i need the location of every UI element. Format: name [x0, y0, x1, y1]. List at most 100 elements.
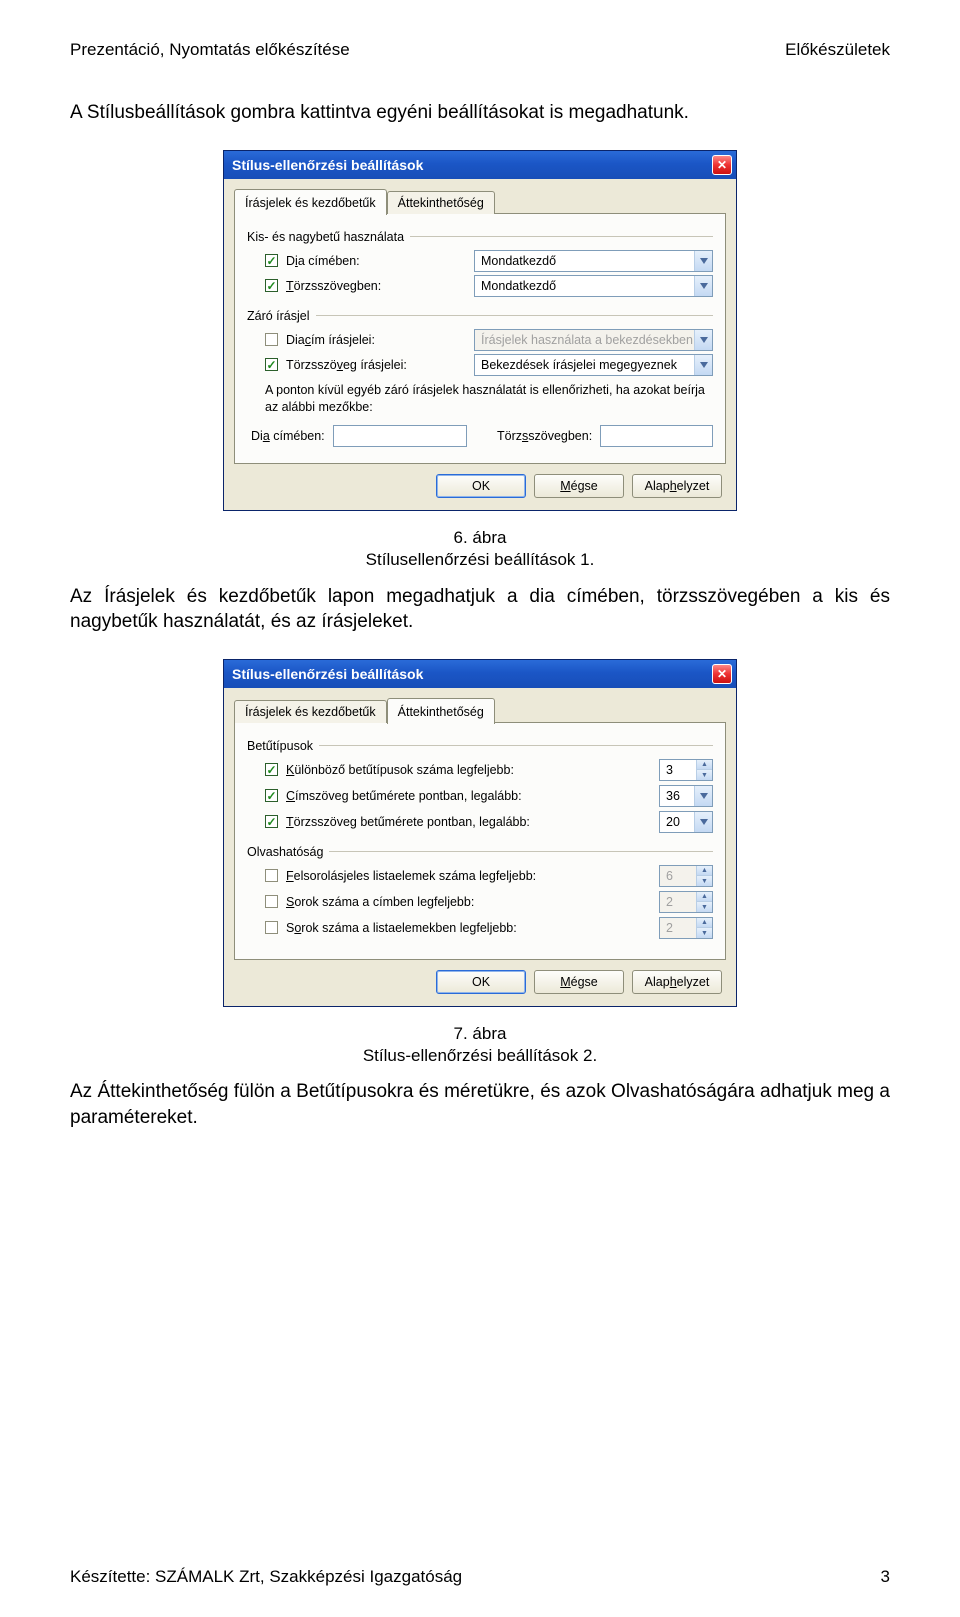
row-title-lines: Sorok száma a címben legfeljebb: 2 ▲▼ [265, 891, 713, 913]
row-title-size: Címszöveg betűmérete pontban, legalább: … [265, 785, 713, 807]
tab-clarity[interactable]: Áttekinthetőség [387, 191, 495, 214]
dropdown-value: 20 [666, 815, 680, 829]
label-dia-cimeben-input: Dia címében: [251, 429, 325, 443]
chevron-down-icon[interactable]: ▼ [697, 769, 712, 780]
label-torzsszoveg-irasjelei: Törzsszöveg írásjelei: [286, 358, 466, 372]
chevron-down-icon [694, 330, 712, 350]
reset-button[interactable]: Alaphelyzet [632, 970, 722, 994]
tabpanel-punctuation: Kis- és nagybetű használata Dia címében:… [234, 213, 726, 465]
row-bullet-count: Felsorolásjeles listaelemek száma legfel… [265, 865, 713, 887]
spinner-buttons[interactable]: ▲▼ [696, 760, 712, 780]
checkbox-item-lines[interactable] [265, 921, 278, 934]
chevron-down-icon [694, 276, 712, 296]
page-footer: Készítette: SZÁMALK Zrt, Szakképzési Iga… [70, 1567, 890, 1587]
label-body-size: Törzsszöveg betűmérete pontban, legalább… [286, 815, 659, 829]
chevron-up-icon: ▲ [697, 918, 712, 928]
chevron-up-icon[interactable]: ▲ [697, 760, 712, 770]
tabpanel-clarity: Betűtípusok Különböző betűtípusok száma … [234, 722, 726, 960]
label-dia-cimeben: Dia címében: [286, 254, 466, 268]
checkbox-font-count[interactable] [265, 763, 278, 776]
dropdown-value: Írásjelek használata a bekezdésekben [481, 333, 693, 347]
tabstrip: Írásjelek és kezdőbetűk Áttekinthetőség [234, 698, 726, 723]
button-row: OK Mégse Alaphelyzet [234, 960, 726, 996]
label-title-lines: Sorok száma a címben legfeljebb: [286, 895, 659, 909]
chevron-up-icon: ▲ [697, 866, 712, 876]
checkbox-title-size[interactable] [265, 789, 278, 802]
footer-page-number: 3 [881, 1567, 890, 1587]
tab-punctuation[interactable]: Írásjelek és kezdőbetűk [234, 189, 387, 215]
spinner-font-count[interactable]: 3 ▲▼ [659, 759, 713, 781]
row-diacim-irasjelei: Diacím írásjelei: Írásjelek használata a… [265, 329, 713, 351]
chevron-down-icon [694, 251, 712, 271]
chevron-down-icon: ▼ [697, 875, 712, 886]
dialog-title: Stílus-ellenőrzési beállítások [232, 666, 423, 682]
spinner-title-lines: 2 ▲▼ [659, 891, 713, 913]
chevron-down-icon [694, 812, 712, 832]
spinner-value: 3 [660, 760, 696, 780]
page: Prezentáció, Nyomtatás előkészítése Elők… [0, 0, 960, 1617]
group-readability: Olvashatóság [247, 845, 713, 859]
closing-punct-note: A ponton kívül egyéb záró írásjelek hasz… [265, 382, 709, 416]
row-dia-cimeben: Dia címében: Mondatkezdő [265, 250, 713, 272]
end-text: Az Áttekinthetőség fülön a Betűtípusokra… [70, 1079, 890, 1130]
titlebar[interactable]: Stílus-ellenőrzési beállítások ✕ [224, 660, 736, 688]
dialog-style-check-2: Stílus-ellenőrzési beállítások ✕ Írásjel… [223, 659, 737, 1007]
dropdown-body-size[interactable]: 20 [659, 811, 713, 833]
checkbox-dia-cimeben[interactable] [265, 254, 278, 267]
row-torzsszovegben: Törzsszövegben: Mondatkezdő [265, 275, 713, 297]
figure-caption-2: 7. ábra Stílus-ellenőrzési beállítások 2… [70, 1023, 890, 1067]
label-title-size: Címszöveg betűmérete pontban, legalább: [286, 789, 659, 803]
cancel-button[interactable]: Mégse [534, 970, 624, 994]
checkbox-torzsszovegben[interactable] [265, 279, 278, 292]
page-header: Prezentáció, Nyomtatás előkészítése Elők… [70, 40, 890, 60]
checkbox-body-size[interactable] [265, 815, 278, 828]
spinner-item-lines: 2 ▲▼ [659, 917, 713, 939]
dialog-body: Írásjelek és kezdőbetűk Áttekinthetőség … [224, 688, 736, 1006]
close-icon[interactable]: ✕ [712, 664, 732, 684]
separator-line [410, 236, 713, 237]
checkbox-torzsszoveg-irasjelei[interactable] [265, 358, 278, 371]
dialog-style-check-1: Stílus-ellenőrzési beállítások ✕ Írásjel… [223, 150, 737, 512]
tab-clarity[interactable]: Áttekinthetőség [387, 698, 495, 724]
input-torzsszovegben[interactable] [600, 425, 713, 447]
titlebar[interactable]: Stílus-ellenőrzési beállítások ✕ [224, 151, 736, 179]
checkbox-bullet-count[interactable] [265, 869, 278, 882]
dropdown-value: Mondatkezdő [481, 254, 556, 268]
dropdown-title-size[interactable]: 36 [659, 785, 713, 807]
label-diacim-irasjelei: Diacím írásjelei: [286, 333, 466, 347]
dropdown-torzsszovegben[interactable]: Mondatkezdő [474, 275, 713, 297]
dropdown-torzsszoveg-irasjelei[interactable]: Bekezdések írásjelei megegyeznek [474, 354, 713, 376]
spinner-buttons: ▲▼ [696, 892, 712, 912]
spinner-value: 6 [660, 866, 696, 886]
group-fonts-label: Betűtípusok [247, 739, 313, 753]
row-item-lines: Sorok száma a listaelemekben legfeljebb:… [265, 917, 713, 939]
group-fonts: Betűtípusok [247, 739, 713, 753]
group-case-label: Kis- és nagybetű használata [247, 230, 404, 244]
group-closing-punct: Záró írásjel [247, 309, 713, 323]
intro-text: A Stílusbeállítások gombra kattintva egy… [70, 100, 890, 126]
spinner-value: 2 [660, 892, 696, 912]
header-left: Prezentáció, Nyomtatás előkészítése [70, 40, 350, 60]
checkbox-diacim-irasjelei[interactable] [265, 333, 278, 346]
ok-button[interactable]: OK [436, 970, 526, 994]
close-icon[interactable]: ✕ [712, 155, 732, 175]
footer-left: Készítette: SZÁMALK Zrt, Szakképzési Iga… [70, 1567, 462, 1587]
separator-line [316, 315, 713, 316]
reset-button[interactable]: Alaphelyzet [632, 474, 722, 498]
dropdown-dia-cimeben[interactable]: Mondatkezdő [474, 250, 713, 272]
header-right: Előkészületek [785, 40, 890, 60]
ok-button[interactable]: OK [436, 474, 526, 498]
dropdown-value: Bekezdések írásjelei megegyeznek [481, 358, 677, 372]
separator-line [329, 851, 713, 852]
label-item-lines: Sorok száma a listaelemekben legfeljebb: [286, 921, 659, 935]
tab-punctuation[interactable]: Írásjelek és kezdőbetűk [234, 700, 387, 723]
spinner-value: 2 [660, 918, 696, 938]
input-dia-cimeben[interactable] [333, 425, 467, 447]
cancel-button[interactable]: Mégse [534, 474, 624, 498]
mid-text: Az Írásjelek és kezdőbetűk lapon megadha… [70, 584, 890, 635]
group-case: Kis- és nagybetű használata [247, 230, 713, 244]
checkbox-title-lines[interactable] [265, 895, 278, 908]
chevron-down-icon: ▼ [697, 901, 712, 912]
dialog-body: Írásjelek és kezdőbetűk Áttekinthetőség … [224, 179, 736, 511]
chevron-down-icon [694, 355, 712, 375]
